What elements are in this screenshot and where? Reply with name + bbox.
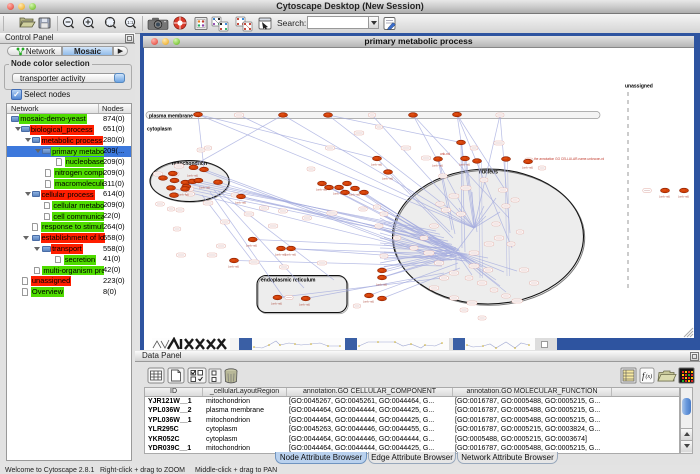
svg-text:(unk-nd): (unk-nd) xyxy=(363,300,374,304)
svg-text:(unk-nd): (unk-nd) xyxy=(299,303,310,307)
svg-text:(unk-nd): (unk-nd) xyxy=(246,244,257,248)
svg-text:(unk-nd): (unk-nd) xyxy=(371,163,382,167)
svg-text:cytoplasm: cytoplasm xyxy=(147,127,172,133)
svg-text:unassigned: unassigned xyxy=(625,84,653,90)
svg-text:plasma membrane: plasma membrane xyxy=(149,113,193,119)
svg-text:(unk-nd): (unk-nd) xyxy=(199,186,210,190)
svg-text:(unk-nd): (unk-nd) xyxy=(459,163,470,167)
svg-text:(unk-nd): (unk-nd) xyxy=(228,265,239,269)
svg-text:(unk-nd): (unk-nd) xyxy=(187,174,198,178)
svg-text:endoplasmic reticulum: endoplasmic reticulum xyxy=(261,278,316,284)
svg-text:(unk-nd): (unk-nd) xyxy=(678,195,689,199)
svg-text:(unk-nd): (unk-nd) xyxy=(382,177,393,181)
svg-text:(unk-nd): (unk-nd) xyxy=(316,188,327,192)
svg-text:(unk-nd): (unk-nd) xyxy=(522,166,533,170)
svg-text:the annotation GO CELLULAR-nam: the annotation GO CELLULAR-name-unknown-… xyxy=(534,157,604,161)
svg-text:(unk-nd): (unk-nd) xyxy=(235,201,246,205)
svg-text:(x): (x) xyxy=(646,373,653,380)
svg-text:1:1: 1:1 xyxy=(127,20,134,25)
svg-text:(unk-nd): (unk-nd) xyxy=(285,253,296,257)
svg-text:(unk-nd): (unk-nd) xyxy=(271,302,282,306)
svg-text:(unk-nd): (unk-nd) xyxy=(659,195,670,199)
svg-text:(unk-nd): (unk-nd) xyxy=(349,193,360,197)
svg-text:(unk-nd): (unk-nd) xyxy=(432,164,443,168)
svg-text:(unk-nd): (unk-nd) xyxy=(178,193,189,197)
svg-text:unk-nd: unk-nd xyxy=(440,152,450,156)
svg-text:(unk-nd): (unk-nd) xyxy=(376,283,387,287)
svg-text:(unk-nd): (unk-nd) xyxy=(333,192,344,196)
